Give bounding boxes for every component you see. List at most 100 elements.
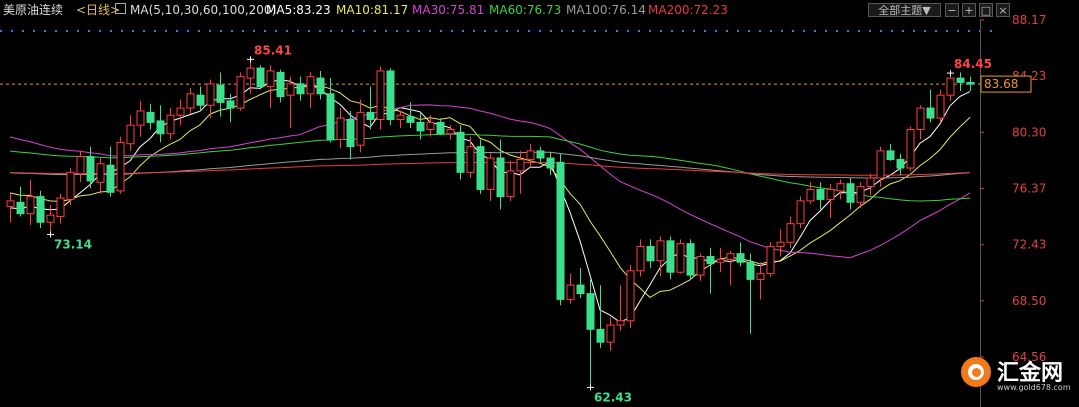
candle-body (446, 128, 455, 135)
candle (876, 146, 885, 187)
candle (846, 178, 855, 210)
candle-body (636, 246, 645, 272)
candle-body (146, 111, 155, 123)
y-tick-label: 72.43 (1012, 238, 1046, 252)
candle (796, 196, 805, 228)
candle (26, 179, 35, 226)
period-label[interactable]: <日线> (76, 0, 120, 20)
candle-body (546, 157, 555, 169)
high-label: 84.45 (954, 57, 992, 71)
candle (676, 239, 685, 274)
candle-body (56, 197, 65, 218)
y-tick-label: 80.30 (1012, 125, 1046, 139)
candle (466, 136, 475, 179)
candle-body (626, 270, 635, 322)
candle-body (696, 256, 705, 276)
candle-body (806, 188, 815, 202)
candle-body (886, 150, 895, 160)
candle-body (336, 117, 345, 140)
candle-body (246, 67, 255, 79)
ma5-value: MA5:83.23 (266, 3, 331, 17)
candle-body (186, 93, 195, 109)
y-tick-label: 76.37 (1012, 181, 1046, 195)
candle (266, 65, 275, 109)
candle-body (406, 116, 415, 123)
gold678-logo: 汇金网 www.gold678.com (961, 355, 1073, 397)
candle-body (466, 146, 475, 173)
candle-body (676, 243, 685, 273)
candle-body (86, 156, 95, 182)
candle (486, 153, 495, 201)
candle (956, 72, 965, 91)
candlestick-chart: 88.1784.2380.3076.3772.4368.5064.56 85.4… (0, 13, 1046, 407)
symbol-name[interactable]: 美原油连续 (3, 0, 63, 20)
candle-body (136, 110, 145, 126)
candle (616, 285, 625, 331)
candle (536, 146, 545, 163)
candle-body (616, 320, 625, 326)
restore-icon[interactable]: □ (979, 3, 993, 17)
annotation: 73.14 (47, 231, 92, 252)
candle-body (896, 158, 905, 169)
candle (456, 125, 465, 180)
low-label: 62.43 (594, 390, 632, 404)
candle-body (196, 94, 205, 106)
minus-icon[interactable]: − (945, 3, 959, 17)
candle (886, 143, 895, 161)
candle-body (456, 131, 465, 173)
chart-settings-icon[interactable] (115, 3, 126, 14)
candle (726, 250, 735, 286)
candle-body (876, 150, 885, 179)
candle (606, 317, 615, 351)
candle-body (206, 83, 215, 106)
candle (336, 108, 345, 149)
candle-body (586, 293, 595, 330)
candle (666, 236, 675, 280)
logo-icon (961, 357, 991, 387)
candle (906, 126, 915, 171)
candle-body (366, 111, 375, 120)
candle (816, 182, 825, 210)
low-label: 73.14 (54, 238, 92, 252)
candle (306, 72, 315, 109)
candle (506, 160, 515, 201)
candle-body (816, 188, 825, 200)
candle (946, 73, 955, 101)
candle (356, 99, 365, 153)
candle-body (296, 83, 305, 95)
candle-body (316, 77, 325, 95)
candle (706, 247, 715, 294)
candle-body (796, 200, 805, 225)
candle-body (276, 71, 285, 98)
theme-dropdown[interactable]: 全部主题▼ (868, 3, 941, 17)
crosshair-icon[interactable]: + (962, 3, 976, 17)
candle-body (6, 200, 15, 208)
candle-body (16, 201, 25, 215)
candle-body (786, 223, 795, 243)
candle-body (926, 107, 935, 119)
ma60-value: MA60:76.73 (489, 3, 562, 17)
candle-body (536, 150, 545, 159)
ma100-value: MA100:76.14 (566, 3, 646, 17)
high-label: 85.41 (254, 43, 292, 57)
close-icon[interactable]: × (996, 3, 1010, 17)
candle-body (746, 261, 755, 280)
candle (386, 68, 395, 126)
candle (136, 100, 145, 137)
candle-body (856, 186, 865, 203)
candle (166, 108, 175, 140)
ma30-value: MA30:75.81 (412, 3, 485, 17)
candle-body (556, 161, 565, 300)
candle-body (756, 273, 765, 280)
candle-body (866, 177, 875, 188)
candle-body (46, 214, 55, 223)
candle (276, 69, 285, 103)
candle-body (726, 253, 735, 260)
candle-body (506, 170, 515, 198)
candle-body (106, 164, 115, 193)
candle-body (356, 111, 365, 146)
ma-params[interactable]: MA(5,10,30,60,100,200) (130, 0, 276, 20)
candle-body (596, 328, 605, 343)
candle-body (376, 70, 385, 120)
candle (176, 99, 185, 126)
